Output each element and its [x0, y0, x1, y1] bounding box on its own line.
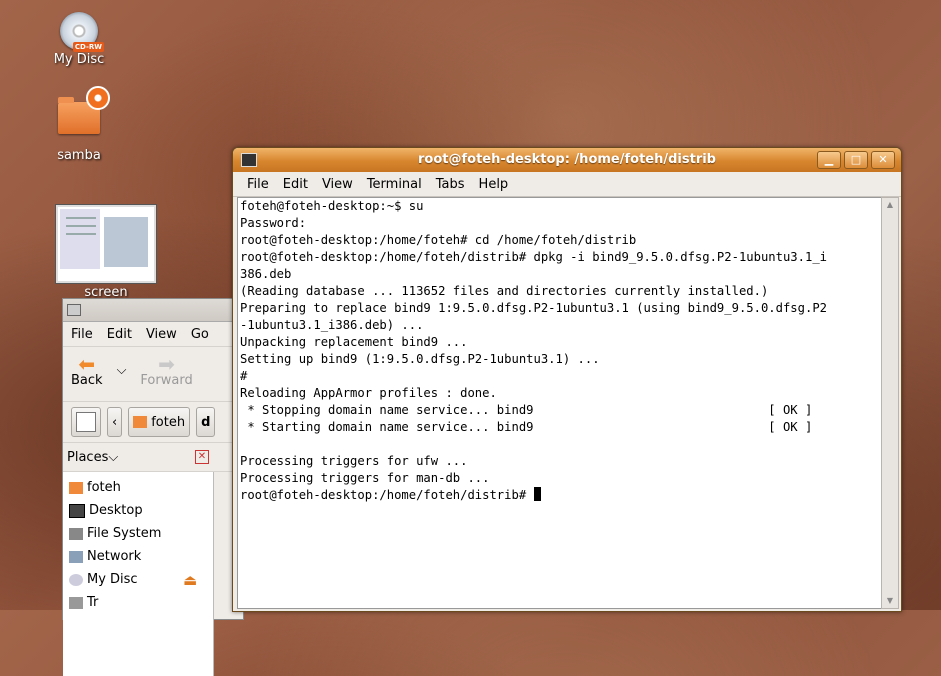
close-side-pane-icon[interactable]: ✕ [195, 450, 209, 464]
place-item-file-system[interactable]: File System [63, 522, 213, 545]
file-manager-toolbar: ⬅ Back ⌵ ➡ Forward [63, 346, 243, 401]
scroll-up-icon[interactable]: ▲ [882, 198, 898, 212]
terminal-line: Processing triggers for ufw ... [240, 454, 468, 468]
text-cursor [533, 487, 541, 501]
home-folder-icon [69, 481, 83, 494]
maximize-icon[interactable]: □ [844, 151, 868, 169]
place-item-trash[interactable]: Tr [63, 591, 213, 614]
terminal-line: root@foteh-desktop:/home/foteh/distrib# … [240, 250, 827, 264]
cd-icon [69, 573, 83, 586]
terminal-line: Processing triggers for man-db ... [240, 471, 490, 485]
network-icon [69, 550, 83, 563]
home-folder-icon [133, 416, 148, 428]
window-icon [67, 304, 81, 316]
minimize-icon[interactable]: ▁ [817, 151, 841, 169]
toggle-location-button[interactable] [71, 407, 101, 437]
desktop-icon [69, 503, 85, 518]
screenshot-thumbnail-icon [56, 205, 156, 283]
terminal-line: Preparing to replace bind9 1:9.5.0.dfsg.… [240, 301, 827, 315]
path-crumb-foteh[interactable]: foteh [128, 407, 191, 437]
side-pane-header: Places⌵ ✕ [63, 442, 243, 472]
back-history-dropdown[interactable]: ⌵ [117, 347, 127, 378]
terminal-line: foteh@foteh-desktop:~$ su [240, 199, 424, 213]
menu-view[interactable]: View [146, 327, 177, 342]
terminal-window: root@foteh-desktop: /home/foteh/distrib … [232, 147, 902, 612]
desktop-icon-label: My Disc [53, 52, 105, 67]
menu-view[interactable]: View [322, 177, 353, 192]
menu-edit[interactable]: Edit [283, 177, 308, 192]
path-crumb-next[interactable]: d [196, 407, 216, 437]
terminal-line: 386.deb [240, 267, 292, 281]
place-item-home[interactable]: foteh [63, 476, 213, 499]
desktop-icon-samba[interactable]: samba [34, 86, 124, 163]
forward-arrow-icon: ➡ [158, 352, 175, 376]
menu-help[interactable]: Help [479, 177, 509, 192]
menu-tabs[interactable]: Tabs [436, 177, 465, 192]
terminal-line: root@foteh-desktop:/home/foteh# cd /home… [240, 233, 637, 247]
terminal-line: Unpacking replacement bind9 ... [240, 335, 468, 349]
back-button[interactable]: ⬅ Back [71, 347, 103, 388]
place-item-my-disc[interactable]: My Disc ⏏ [63, 568, 213, 591]
place-item-network[interactable]: Network [63, 545, 213, 568]
desktop-icon-my-disc[interactable]: CD-RW My Disc [34, 12, 124, 67]
terminal-line: # [240, 369, 248, 383]
eject-icon[interactable]: ⏏ [183, 571, 197, 589]
menu-go[interactable]: Go [191, 327, 209, 342]
back-arrow-icon: ⬅ [78, 352, 96, 376]
file-manager-menubar: File Edit View Go [63, 322, 243, 346]
menu-file[interactable]: File [71, 327, 93, 342]
places-list: foteh Desktop File System Network My Dis… [63, 472, 214, 676]
file-manager-titlebar[interactable] [63, 299, 243, 322]
desktop-icon-label: samba [57, 148, 101, 163]
terminal-line: Password: [240, 216, 307, 230]
window-title: root@foteh-desktop: /home/foteh/distrib [418, 152, 716, 167]
close-icon[interactable]: ✕ [871, 151, 895, 169]
menu-edit[interactable]: Edit [107, 327, 132, 342]
terminal-line: * Starting domain name service... bind9 … [240, 420, 813, 434]
file-manager-window: File Edit View Go ⬅ Back ⌵ ➡ Forward ‹ f… [62, 298, 244, 676]
terminal-line: * Stopping domain name service... bind9 … [240, 403, 813, 417]
scroll-down-icon[interactable]: ▼ [882, 594, 898, 608]
terminal-line: root@foteh-desktop:/home/foteh/distrib# [240, 488, 534, 502]
terminal-line: Reloading AppArmor profiles : done. [240, 386, 497, 400]
terminal-line: -1ubuntu3.1_i386.deb) ... [240, 318, 424, 332]
side-pane-selector[interactable]: Places⌵ [67, 450, 118, 465]
terminal-text: foteh@foteh-desktop:~$ su Password: root… [238, 198, 881, 504]
hard-drive-icon [69, 527, 83, 540]
terminal-line: (Reading database ... 113652 files and d… [240, 284, 769, 298]
terminal-titlebar[interactable]: root@foteh-desktop: /home/foteh/distrib … [233, 148, 901, 172]
edit-location-icon [76, 412, 96, 432]
terminal-menubar: File Edit View Terminal Tabs Help [233, 172, 901, 197]
trash-icon [69, 596, 83, 609]
cd-rw-icon: CD-RW [60, 12, 104, 52]
location-bar: ‹ foteh d [63, 401, 243, 442]
menu-file[interactable]: File [247, 177, 269, 192]
place-item-desktop[interactable]: Desktop [63, 499, 213, 522]
path-scroll-left-button[interactable]: ‹ [107, 407, 123, 437]
terminal-line: Setting up bind9 (1:9.5.0.dfsg.P2-1ubunt… [240, 352, 600, 366]
forward-button[interactable]: ➡ Forward [140, 347, 192, 388]
menu-terminal[interactable]: Terminal [367, 177, 422, 192]
terminal-output[interactable]: foteh@foteh-desktop:~$ su Password: root… [237, 197, 882, 609]
desktop-icon-screen[interactable]: screen [56, 205, 156, 300]
shared-folder-icon [58, 86, 110, 134]
terminal-scrollbar[interactable]: ▲ ▼ [881, 197, 899, 609]
